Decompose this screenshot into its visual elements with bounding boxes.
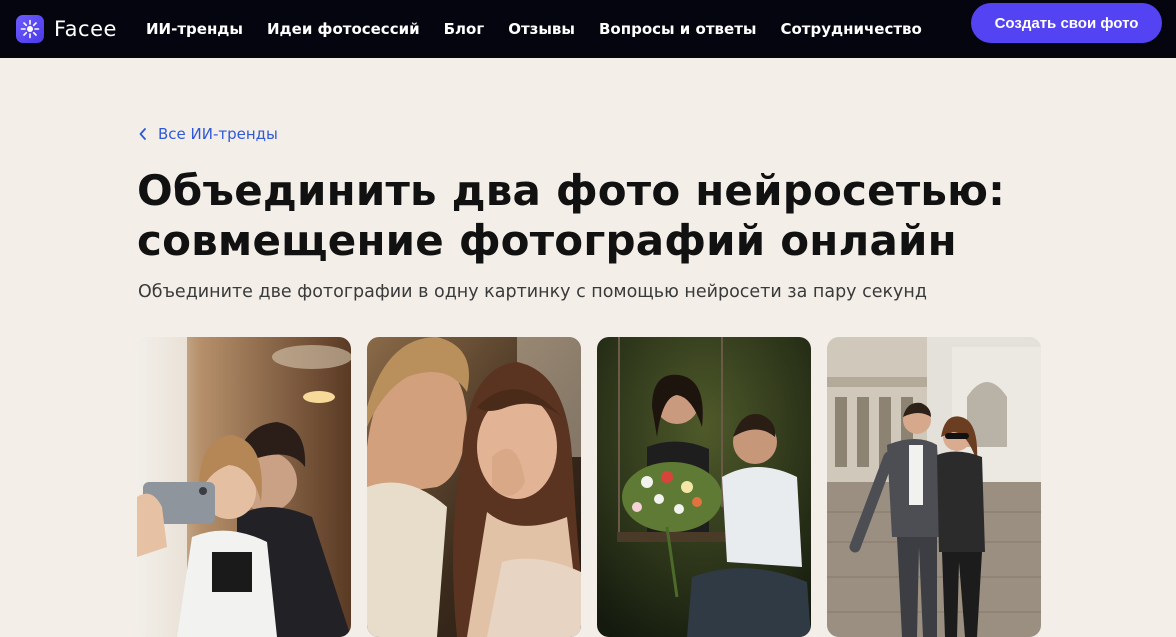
sparkle-logo-icon: [16, 15, 44, 43]
page-subtitle: Объедините две фотографии в одну картинк…: [138, 282, 927, 302]
gallery-card-couple-swing[interactable]: [597, 337, 811, 637]
breadcrumb-label: Все ИИ-тренды: [158, 125, 278, 143]
chevron-left-icon: [138, 127, 148, 141]
top-navigation-bar: Facee ИИ-тренды Идеи фотосессий Блог Отз…: [0, 0, 1176, 58]
gallery-card-couple-selfie[interactable]: [137, 337, 351, 637]
nav-partnership[interactable]: Сотрудничество: [780, 20, 921, 38]
logo[interactable]: Facee: [16, 9, 117, 49]
gallery-card-couple-portrait[interactable]: [367, 337, 581, 637]
couple-swing-image: [597, 337, 811, 637]
page-title-line-2: совмещение фотографий онлайн: [137, 216, 957, 265]
create-photos-button[interactable]: Создать свои фото: [971, 3, 1162, 43]
nav-photoshoot-ideas[interactable]: Идеи фотосессий: [267, 20, 420, 38]
nav-reviews[interactable]: Отзывы: [508, 20, 575, 38]
gallery-card-couple-city[interactable]: [827, 337, 1041, 637]
couple-city-image: [827, 337, 1041, 637]
page-title: Объединить два фото нейросетью: совмещен…: [137, 166, 1117, 266]
couple-portrait-image: [367, 337, 581, 637]
couple-selfie-image: [137, 337, 351, 637]
example-gallery: [137, 337, 1041, 637]
main-nav: ИИ-тренды Идеи фотосессий Блог Отзывы Во…: [146, 0, 946, 58]
page-title-line-1: Объединить два фото нейросетью:: [137, 166, 1006, 215]
nav-ai-trends[interactable]: ИИ-тренды: [146, 20, 243, 38]
nav-faq[interactable]: Вопросы и ответы: [599, 20, 756, 38]
logo-text: Facee: [54, 17, 117, 41]
breadcrumb-back-link[interactable]: Все ИИ-тренды: [138, 125, 278, 143]
nav-blog[interactable]: Блог: [444, 20, 485, 38]
